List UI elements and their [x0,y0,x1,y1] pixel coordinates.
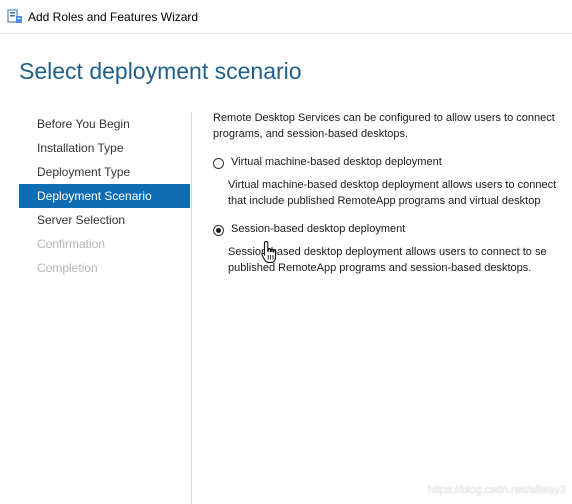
option-virtual-machine: Virtual machine-based desktop deployment… [213,155,572,209]
title-bar: Add Roles and Features Wizard [0,0,572,34]
radio-label-session-based[interactable]: Session-based desktop deployment [231,223,405,235]
intro-line-1: Remote Desktop Services can be configure… [213,112,555,124]
hand-pointer-cursor-icon [261,240,277,263]
option-desc-line: that include published RemoteApp program… [228,195,541,207]
radio-session-based[interactable] [213,225,224,236]
radio-label-virtual-machine[interactable]: Virtual machine-based desktop deployment [231,156,442,168]
radio-row-virtual-machine[interactable]: Virtual machine-based desktop deployment [213,155,572,175]
option-description-virtual-machine: Virtual machine-based desktop deployment… [228,177,572,209]
radio-virtual-machine[interactable] [213,158,224,169]
nav-item-installation-type[interactable]: Installation Type [19,136,190,160]
radio-selected-dot [216,228,221,233]
nav-item-confirmation: Confirmation [37,237,106,251]
nav-item-deployment-scenario[interactable]: Deployment Scenario [19,184,190,208]
window-title: Add Roles and Features Wizard [28,10,199,24]
server-manager-icon [7,9,22,23]
wizard-nav: Before You Begin Installation Type Deplo… [19,112,190,280]
intro-text: Remote Desktop Services can be configure… [213,110,572,142]
radio-row-session-based[interactable]: Session-based desktop deployment [213,222,572,242]
nav-item-completion: Completion [37,261,98,275]
option-desc-line: Virtual machine-based desktop deployment… [228,179,557,191]
page-title: Select deployment scenario [19,58,302,84]
nav-divider [191,112,192,504]
intro-line-2: programs, and session-based desktops. [213,128,409,140]
nav-item-server-selection[interactable]: Server Selection [19,208,190,232]
nav-item-before-you-begin[interactable]: Before You Begin [19,112,190,136]
nav-item-deployment-type[interactable]: Deployment Type [19,160,190,184]
watermark: https://blog.csdn.net/allway2 [427,484,566,496]
